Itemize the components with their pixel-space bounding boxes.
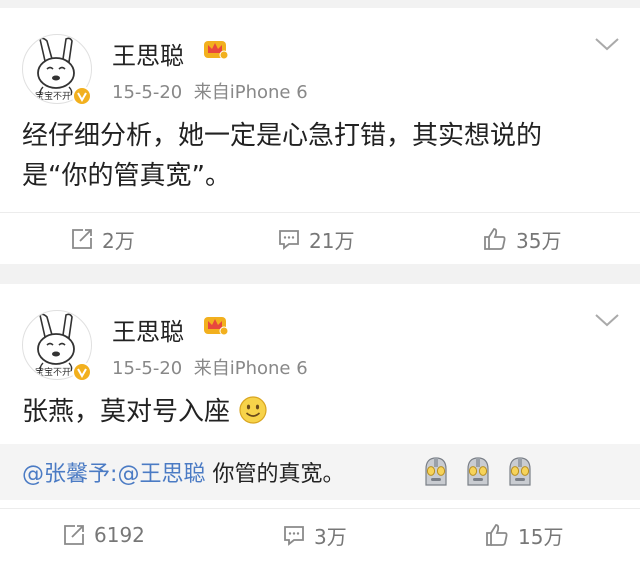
repost-count: 6192 — [94, 523, 145, 547]
ultraman-emoji-icon — [467, 457, 489, 486]
post-source: 来自iPhone 6 — [193, 358, 308, 379]
verified-v-icon — [72, 362, 92, 382]
repost-count: 2万 — [102, 228, 135, 253]
comment-button[interactable]: 21万 — [277, 213, 354, 265]
thumbs-up-icon — [484, 228, 506, 250]
post-meta: 15-5-20 来自iPhone 6 — [112, 78, 308, 104]
action-bar: 2万 21万 35万 — [0, 213, 640, 265]
vip-crown-icon — [203, 38, 229, 64]
post-text-line: 经仔细分析，她一定是心急打错，其实想说的 — [22, 121, 543, 151]
author-name[interactable]: 王思聪 — [112, 312, 184, 347]
ultraman-emoji-icon — [425, 457, 447, 486]
post-text-line: 张燕，莫对号入座 — [22, 397, 231, 427]
comment-icon — [279, 230, 299, 250]
thumbs-up-icon — [486, 524, 508, 546]
chevron-down-icon[interactable] — [594, 36, 620, 56]
comment-count: 3万 — [314, 524, 347, 549]
comment-count: 21万 — [309, 228, 355, 253]
post-time: 15-5-20 — [112, 82, 183, 103]
weibo-post: 宝宝不开 王思聪 15-5-20 来自iPhone 6 经仔细分析，她一定是心急… — [0, 8, 640, 264]
repost-button[interactable]: 2万 — [70, 213, 135, 265]
mention-link[interactable]: @张馨予 — [22, 462, 110, 487]
post-source: 来自iPhone 6 — [193, 82, 308, 103]
like-button[interactable]: 35万 — [482, 213, 561, 265]
vip-crown-icon — [203, 314, 229, 340]
comment-icon — [284, 526, 304, 546]
repost-quote: @张馨予:@王思聪 你管的真宽。 — [0, 444, 640, 500]
author-name[interactable]: 王思聪 — [112, 36, 184, 71]
post-text-line: 是“你的管真宽”。 — [22, 161, 231, 191]
like-count: 15万 — [518, 524, 564, 549]
like-button[interactable]: 15万 — [484, 509, 563, 561]
post-meta: 15-5-20 来自iPhone 6 — [112, 354, 308, 380]
repost-button[interactable]: 6192 — [62, 509, 145, 561]
action-bar: 6192 3万 15万 — [0, 509, 640, 561]
post-text: 经仔细分析，她一定是心急打错，其实想说的 是“你的管真宽”。 — [22, 116, 542, 196]
repost-text: @张馨予:@王思聪 你管的真宽。 — [22, 456, 344, 488]
avatar-caption: 宝宝不开 — [35, 368, 72, 378]
ultraman-emoji-icon — [509, 457, 531, 486]
repost-icon — [64, 525, 84, 545]
post-text: 张燕，莫对号入座 — [22, 392, 268, 432]
weibo-post: 宝宝不开 王思聪 15-5-20 来自iPhone 6 张燕，莫对号入座 @张馨… — [0, 284, 640, 573]
chevron-down-icon[interactable] — [594, 312, 620, 332]
verified-v-icon — [72, 86, 92, 106]
smile-emoji-icon — [239, 396, 267, 424]
mention-link[interactable]: @王思聪 — [117, 462, 205, 487]
emoji-row — [420, 455, 536, 487]
comment-button[interactable]: 3万 — [282, 509, 347, 561]
like-count: 35万 — [516, 228, 562, 253]
post-time: 15-5-20 — [112, 358, 183, 379]
avatar-caption: 宝宝不开 — [35, 92, 72, 102]
repost-icon — [72, 229, 92, 249]
repost-content: 你管的真宽。 — [205, 462, 345, 487]
